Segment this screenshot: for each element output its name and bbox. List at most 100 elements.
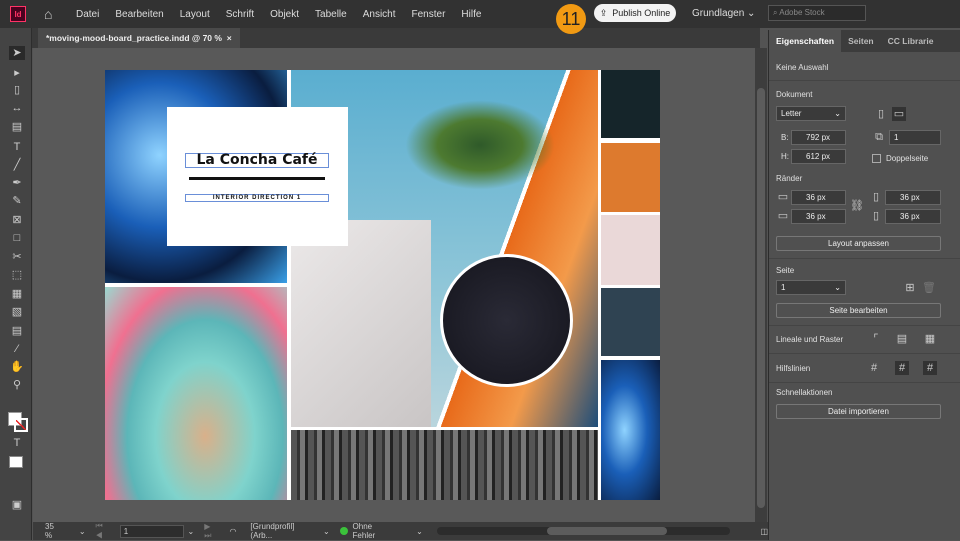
spoons-circle-image[interactable] (440, 254, 573, 387)
page-dropdown-icon[interactable]: ⌄ (187, 527, 194, 536)
tools-panel: ➤ ▸ ▯ ↔ ▤ T ╱ ✒ ✎ ⊠ □ ✂ ⬚ ▦ ▧ ▤ ⁄ ✋ ⚲ T … (0, 28, 32, 540)
scissors-tool-icon[interactable]: ✂ (9, 250, 25, 264)
subtitle-text[interactable]: INTERIOR DIRECTION 1 (185, 194, 329, 202)
page-tool-icon[interactable]: ▯ (9, 83, 25, 97)
close-icon[interactable]: × (227, 33, 232, 43)
guides-icon[interactable]: # (867, 361, 881, 375)
home-icon[interactable]: ⌂ (44, 7, 60, 21)
swatch-orange[interactable] (601, 143, 660, 212)
menu-schrift[interactable]: Schrift (226, 9, 254, 20)
menu-datei[interactable]: Datei (76, 9, 99, 20)
split-view-icon[interactable]: ◫ (760, 527, 768, 536)
menu-tabelle[interactable]: Tabelle (315, 9, 347, 20)
first-page-icon[interactable]: ⏮ ◀ (96, 521, 112, 541)
content-collector-icon[interactable]: ▤ (9, 120, 25, 134)
margin-right-icon: ▯ (872, 210, 880, 222)
tab-cc-libraries[interactable]: CC Librarie (881, 30, 941, 52)
margin-left-field[interactable]: 36 px (885, 190, 941, 205)
workspace-switcher[interactable]: Grundlagen ⌄ (692, 8, 755, 19)
height-field[interactable]: 612 px (791, 149, 846, 164)
pencil-tool-icon[interactable]: ✎ (9, 194, 25, 208)
profile-label[interactable]: [Grundprofil] (Arb... (250, 522, 317, 540)
title-text[interactable]: La Concha Café (185, 153, 329, 168)
margin-top-field[interactable]: 36 px (791, 190, 846, 205)
apply-color-icon[interactable] (9, 456, 23, 468)
formatting-text-icon[interactable]: T (9, 436, 25, 450)
delete-page-icon[interactable]: 🗑 (922, 281, 936, 295)
facing-pages-checkbox[interactable] (872, 154, 881, 163)
agave-plant-image[interactable] (105, 287, 287, 500)
direct-selection-tool-icon[interactable]: ▸ (9, 66, 25, 80)
stroke-swatch[interactable] (14, 418, 28, 432)
portrait-orientation-icon[interactable]: ▯ (874, 107, 888, 121)
document-tab[interactable]: *moving-mood-board_practice.indd @ 70 % … (38, 28, 240, 48)
edit-page-button[interactable]: Seite bearbeiten (776, 303, 941, 318)
landscape-orientation-icon[interactable]: ▭ (892, 107, 906, 121)
menu-bearbeiten[interactable]: Bearbeiten (115, 9, 163, 20)
lock-guides-icon[interactable]: # (895, 361, 909, 375)
menu-ansicht[interactable]: Ansicht (363, 9, 396, 20)
rectangle-tool-icon[interactable]: □ (9, 231, 25, 245)
link-margins-icon[interactable]: ⛓ (850, 199, 864, 213)
eyedropper-tool-icon[interactable]: ⁄ (9, 342, 25, 356)
vertical-scrollbar[interactable] (755, 48, 767, 522)
menu-objekt[interactable]: Objekt (270, 9, 299, 20)
margin-bottom-field[interactable]: 36 px (791, 209, 846, 224)
selection-tool-icon[interactable]: ➤ (9, 46, 25, 60)
smart-guides-icon[interactable]: # (923, 361, 937, 375)
type-tool-icon[interactable]: T (9, 140, 25, 154)
chevron-down-icon[interactable]: ⌄ (79, 527, 86, 536)
document-grid-icon[interactable]: ▦ (923, 332, 937, 346)
gradient-feather-icon[interactable]: ▧ (9, 305, 25, 319)
width-field[interactable]: 792 px (791, 130, 846, 145)
next-page-icon[interactable]: ▶ ⏭ (204, 522, 219, 541)
page-section-label: Seite (776, 266, 795, 275)
liquid-blue-image-2[interactable] (601, 360, 660, 500)
page-value: 1 (781, 283, 786, 292)
page-select[interactable]: 1 ⌄ (776, 280, 846, 295)
line-tool-icon[interactable]: ╱ (9, 158, 25, 172)
zoom-level[interactable]: 35 % (45, 522, 63, 540)
publish-online-button[interactable]: ⇪ Publish Online (594, 4, 676, 22)
rulers-icon[interactable]: ⌜ (869, 332, 883, 346)
baseline-grid-icon[interactable]: ▤ (895, 332, 909, 346)
chevron-down-icon[interactable]: ⌄ (416, 527, 423, 536)
screen-mode-icon[interactable]: ▣ (9, 498, 25, 512)
adobe-stock-search[interactable]: ⌕ Adobe Stock (768, 5, 866, 21)
width-label: B: (781, 133, 789, 142)
hand-tool-icon[interactable]: ✋ (9, 360, 25, 374)
document-page[interactable]: La Concha Café INTERIOR DIRECTION 1 (105, 70, 660, 500)
menu-hilfe[interactable]: Hilfe (461, 9, 481, 20)
swatch-pink[interactable] (601, 215, 660, 285)
tile-texture-image[interactable] (291, 430, 598, 500)
chevron-down-icon[interactable]: ⌄ (323, 527, 330, 536)
adjust-layout-button[interactable]: Layout anpassen (776, 236, 941, 251)
chevron-down-icon: ⌄ (834, 283, 841, 292)
rulers-grids-label: Lineale und Raster (776, 335, 844, 344)
menu-fenster[interactable]: Fenster (412, 9, 446, 20)
tab-eigenschaften[interactable]: Eigenschaften (769, 30, 842, 52)
tab-seiten[interactable]: Seiten (841, 30, 881, 52)
rectangle-frame-tool-icon[interactable]: ⊠ (9, 213, 25, 227)
swatch-slate[interactable] (601, 288, 660, 356)
free-transform-tool-icon[interactable]: ⬚ (9, 268, 25, 282)
zoom-tool-icon[interactable]: ⚲ (9, 378, 25, 392)
preset-value: Letter (781, 109, 802, 118)
horizontal-scrollbar[interactable] (436, 527, 731, 535)
page-number-field[interactable]: 1 (119, 524, 185, 538)
preflight-icon[interactable]: ◠ (229, 527, 236, 536)
error-status[interactable]: Ohne Fehler (353, 522, 397, 540)
swatch-dark-teal[interactable] (601, 70, 660, 138)
gradient-tool-icon[interactable]: ▦ (9, 287, 25, 301)
pages-count-field[interactable]: 1 (889, 130, 941, 145)
note-tool-icon[interactable]: ▤ (9, 324, 25, 338)
gap-tool-icon[interactable]: ↔ (9, 101, 25, 115)
pen-tool-icon[interactable]: ✒ (9, 176, 25, 190)
add-page-icon[interactable]: ⊞ (903, 281, 917, 295)
height-label: H: (781, 152, 789, 161)
status-bar: 35 % ⌄ ⏮ ◀ 1 ⌄ ▶ ⏭ ◠ [Grundprofil] (Arb.… (33, 521, 768, 541)
margin-right-field[interactable]: 36 px (885, 209, 941, 224)
import-file-button[interactable]: Datei importieren (776, 404, 941, 419)
document-preset-select[interactable]: Letter ⌄ (776, 106, 846, 121)
menu-layout[interactable]: Layout (180, 9, 210, 20)
